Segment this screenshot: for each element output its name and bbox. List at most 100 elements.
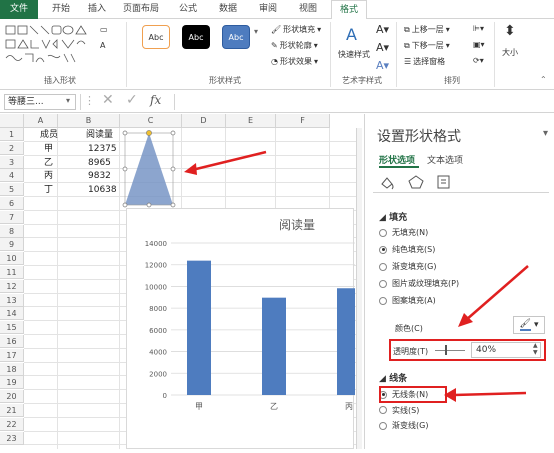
- text-fill-icon[interactable]: A▾: [376, 23, 389, 36]
- column-header-f[interactable]: F: [276, 114, 330, 128]
- text-effects-icon[interactable]: A▾: [376, 59, 389, 72]
- name-box-dropdown-icon[interactable]: ▾: [66, 96, 70, 105]
- column-header-c[interactable]: C: [120, 114, 182, 128]
- row-header[interactable]: 14: [0, 307, 24, 321]
- text-outline-icon[interactable]: A▾: [376, 41, 389, 54]
- enter-icon[interactable]: ✓: [126, 92, 138, 108]
- size-icon[interactable]: ⬍: [504, 23, 516, 39]
- radio-button[interactable]: [379, 262, 387, 271]
- wordart-a-icon[interactable]: A: [346, 25, 357, 44]
- formula-input[interactable]: [174, 94, 550, 110]
- cell-a[interactable]: 甲: [44, 143, 53, 156]
- bar-chart[interactable]: 阅读量 14000 12000 10000 8000 6000 4000 2000 0 甲 乙 丙: [127, 209, 361, 450]
- tab-review[interactable]: 审阅: [250, 0, 286, 19]
- row-header[interactable]: 16: [0, 335, 24, 348]
- collapse-ribbon-icon[interactable]: ⌃: [540, 75, 547, 84]
- column-header-a[interactable]: A: [24, 114, 58, 128]
- cell-a[interactable]: 丙: [44, 170, 53, 183]
- style-blue-fill[interactable]: Abc: [222, 25, 250, 49]
- line-option-2[interactable]: 渐变线(G): [379, 420, 428, 431]
- tab-insert[interactable]: 插入: [80, 0, 114, 19]
- row-header[interactable]: 15: [0, 321, 24, 335]
- vertical-scrollbar[interactable]: [356, 128, 362, 449]
- shape-outline-button[interactable]: ✎ 形状轮廓 ▾: [271, 40, 318, 51]
- tab-home[interactable]: 开始: [44, 0, 78, 19]
- cell-b1[interactable]: 阅读量: [86, 129, 113, 142]
- row-header[interactable]: 4: [0, 169, 24, 183]
- row-header[interactable]: 1: [0, 128, 24, 141]
- adjust-handle-icon[interactable]: [146, 130, 152, 136]
- selection-pane-button[interactable]: ☰ 选择窗格: [404, 56, 445, 67]
- column-header-e[interactable]: E: [226, 114, 276, 128]
- style-black-fill[interactable]: Abc: [182, 25, 210, 49]
- shapes-gallery-icon[interactable]: [4, 23, 100, 71]
- quick-styles-button[interactable]: 快速样式: [338, 49, 370, 60]
- row-header[interactable]: 11: [0, 266, 24, 279]
- send-backward-button[interactable]: ⧉ 下移一层 ▾: [404, 40, 450, 51]
- column-header-b[interactable]: B: [58, 114, 120, 128]
- shape-effects-button[interactable]: ◔ 形状效果 ▾: [271, 56, 318, 67]
- radio-button[interactable]: [379, 296, 387, 305]
- edit-shape-icon[interactable]: ▭: [100, 25, 108, 34]
- fill-option-1[interactable]: 纯色填充(S): [379, 244, 435, 255]
- row-header[interactable]: 8: [0, 224, 24, 238]
- group-icon[interactable]: ▣▾: [473, 40, 485, 49]
- tab-page-layout[interactable]: 页面布局: [116, 0, 166, 19]
- tab-format[interactable]: 格式: [331, 0, 367, 20]
- tab-data[interactable]: 数据: [210, 0, 246, 19]
- row-header[interactable]: 7: [0, 210, 24, 224]
- align-icon[interactable]: ⊫▾: [473, 24, 484, 33]
- cell-a1[interactable]: 成员: [40, 129, 58, 142]
- radio-button[interactable]: [379, 228, 387, 237]
- textbox-icon[interactable]: A: [100, 41, 105, 50]
- tab-formulas[interactable]: 公式: [170, 0, 206, 19]
- row-header[interactable]: 9: [0, 238, 24, 252]
- tab-shape-options[interactable]: 形状选项: [379, 153, 415, 166]
- row-header[interactable]: 13: [0, 293, 24, 307]
- row-header[interactable]: 10: [0, 252, 24, 266]
- row-header[interactable]: 2: [0, 141, 24, 155]
- select-all-corner[interactable]: [0, 114, 24, 128]
- row-header[interactable]: 3: [0, 155, 24, 169]
- row-header[interactable]: 21: [0, 404, 24, 417]
- fill-option-0[interactable]: 无填充(N): [379, 227, 428, 238]
- tab-text-options[interactable]: 文本选项: [427, 153, 463, 166]
- line-section-header[interactable]: ◢ 线条: [379, 371, 407, 384]
- fill-option-2[interactable]: 渐变填充(G): [379, 261, 436, 272]
- pane-options-icon[interactable]: ▾: [543, 128, 548, 139]
- isosceles-triangle-shape[interactable]: [120, 127, 180, 213]
- size-button[interactable]: 大小: [502, 47, 518, 58]
- row-header[interactable]: 20: [0, 390, 24, 404]
- row-header[interactable]: 17: [0, 348, 24, 362]
- rotate-icon[interactable]: ⟳▾: [473, 56, 484, 65]
- radio-button[interactable]: [379, 421, 387, 430]
- cell-b[interactable]: 10638: [88, 184, 117, 197]
- cancel-icon[interactable]: ✕: [102, 92, 114, 108]
- fill-option-4[interactable]: 图案填充(A): [379, 295, 436, 306]
- cell-a[interactable]: 丁: [44, 184, 53, 197]
- row-header[interactable]: 18: [0, 362, 24, 376]
- cell-a[interactable]: 乙: [44, 157, 53, 170]
- row-header[interactable]: 23: [0, 431, 24, 445]
- fill-section-header[interactable]: ◢ 填充: [379, 210, 407, 223]
- insert-function-icon[interactable]: fx: [150, 93, 161, 107]
- cell-b[interactable]: 8965: [88, 157, 111, 170]
- column-header-d[interactable]: D: [182, 114, 226, 128]
- tab-file[interactable]: 文件: [0, 0, 38, 19]
- row-header[interactable]: 22: [0, 417, 24, 431]
- radio-button[interactable]: [379, 406, 387, 414]
- radio-button[interactable]: [379, 279, 387, 288]
- fill-option-3[interactable]: 图片或纹理填充(P): [379, 278, 459, 289]
- styles-scroll-icon[interactable]: ▾: [254, 27, 258, 36]
- radio-button[interactable]: [379, 245, 387, 254]
- tab-view[interactable]: 视图: [290, 0, 326, 19]
- cell-b[interactable]: 12375: [88, 143, 117, 156]
- bring-forward-button[interactable]: ⧉ 上移一层 ▾: [404, 24, 450, 35]
- row-header[interactable]: 5: [0, 183, 24, 197]
- cell-b[interactable]: 9832: [88, 170, 111, 183]
- chart-area[interactable]: 阅读量 14000 12000 10000 8000 6000 4000 2000 0 甲 乙 丙: [126, 208, 361, 450]
- row-header[interactable]: 6: [0, 197, 24, 210]
- style-orange-outline[interactable]: Abc: [142, 25, 170, 49]
- row-header[interactable]: 19: [0, 376, 24, 390]
- line-option-1[interactable]: 实线(S): [379, 405, 419, 416]
